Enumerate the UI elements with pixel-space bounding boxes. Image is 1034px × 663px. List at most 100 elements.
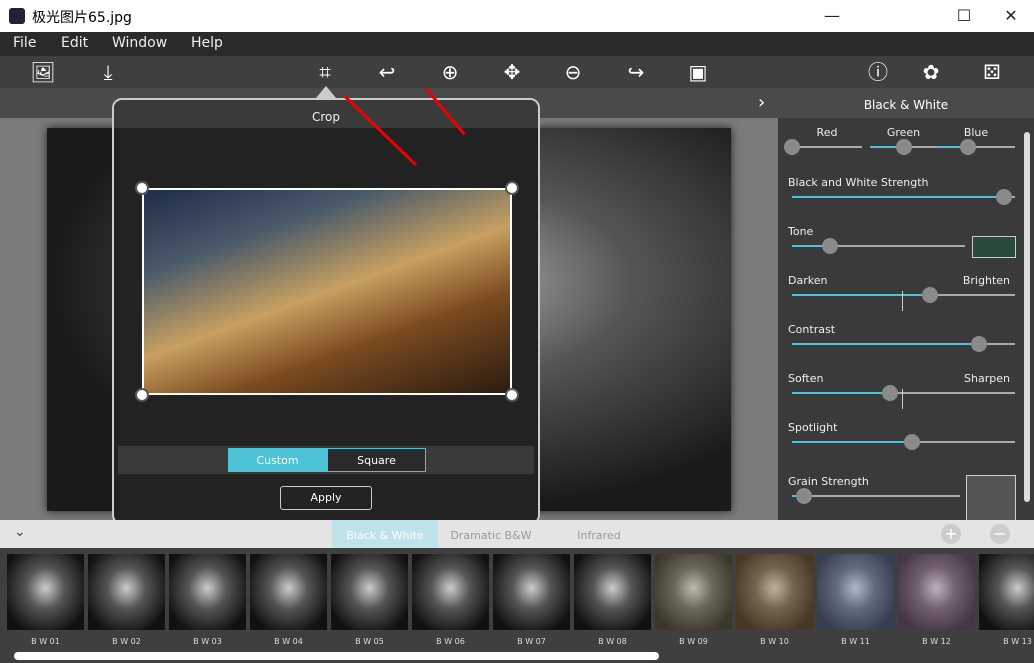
- crop-popup: Crop Custom Square Apply: [112, 98, 540, 525]
- slider-tone[interactable]: [792, 238, 965, 254]
- slider-knob[interactable]: [904, 434, 921, 450]
- info-icon[interactable]: ⓘ: [865, 59, 891, 85]
- slider-knob[interactable]: [922, 287, 939, 303]
- slider-knob[interactable]: [882, 385, 899, 401]
- preset-thumbnail[interactable]: [574, 554, 651, 630]
- crop-popup-pointer: [316, 86, 336, 98]
- random-dice-icon[interactable]: ⚄: [976, 59, 1008, 85]
- slider-label-right: Sharpen: [964, 372, 1010, 385]
- open-image-icon[interactable]: 🖼: [30, 59, 56, 85]
- slider-label: Tone: [788, 225, 814, 238]
- rotate-left-icon[interactable]: ↩: [374, 59, 400, 85]
- slider-spotlight[interactable]: [792, 434, 1015, 450]
- crop-icon[interactable]: ⌗: [312, 59, 338, 85]
- menu-help[interactable]: Help: [191, 35, 223, 51]
- preset-thumbnail[interactable]: [331, 554, 408, 630]
- preset-thumbnail[interactable]: [250, 554, 327, 630]
- slider-label: Grain Strength: [788, 475, 869, 488]
- add-preset-button[interactable]: +: [941, 524, 961, 544]
- fit-image-icon[interactable]: ▣: [685, 59, 711, 85]
- slider-knob[interactable]: [795, 488, 812, 504]
- window-title: 极光图片65.jpg: [32, 10, 132, 26]
- menu-window[interactable]: Window: [112, 35, 167, 51]
- preset-thumbnail[interactable]: [979, 554, 1034, 630]
- preset-label: B W 06: [436, 637, 465, 646]
- slider-knob[interactable]: [960, 139, 977, 155]
- slider-darken[interactable]: [792, 287, 1015, 303]
- apply-button[interactable]: Apply: [280, 486, 372, 510]
- crop-handle-top-left[interactable]: [135, 181, 149, 195]
- app-icon: [9, 8, 25, 24]
- preset-label: B W 02: [112, 637, 141, 646]
- preset-label: B W 10: [760, 637, 789, 646]
- move-icon[interactable]: ✥: [499, 59, 525, 85]
- slider-label: Darken: [788, 274, 828, 287]
- rotate-right-icon[interactable]: ↪: [623, 59, 649, 85]
- slider-fill: [792, 196, 1004, 198]
- preset-label: B W 12: [922, 637, 951, 646]
- slider-black-and-white-strength[interactable]: [792, 189, 1015, 205]
- slider-label: Soften: [788, 372, 824, 385]
- square-mode-button[interactable]: Square: [327, 448, 426, 472]
- slider-knob[interactable]: [822, 238, 839, 254]
- zoom-out-icon[interactable]: ⊖: [560, 59, 586, 85]
- slider-knob[interactable]: [971, 336, 988, 352]
- crop-preview-image[interactable]: [142, 188, 512, 395]
- preset-thumbnail[interactable]: [898, 554, 975, 630]
- title-bar: 极光图片65.jpg — ☐ ✕: [0, 0, 1034, 32]
- preset-label: B W 01: [31, 637, 60, 646]
- tab-black-white[interactable]: Black & White: [332, 520, 438, 548]
- slider-fill: [792, 343, 980, 345]
- preset-label: B W 11: [841, 637, 870, 646]
- slider-label: Contrast: [788, 323, 836, 336]
- expand-panel-icon[interactable]: ›: [758, 92, 765, 113]
- preset-label: B W 07: [517, 637, 546, 646]
- tone-color-swatch[interactable]: [972, 236, 1016, 258]
- slider-knob[interactable]: [995, 189, 1012, 205]
- center-marker: [902, 291, 903, 311]
- settings-icon[interactable]: ✿: [918, 59, 944, 85]
- menu-file[interactable]: File: [13, 35, 36, 51]
- preset-thumbnail[interactable]: [817, 554, 894, 630]
- slider-contrast[interactable]: [792, 336, 1015, 352]
- zoom-in-icon[interactable]: ⊕: [437, 59, 463, 85]
- panel-scrollbar[interactable]: [1024, 132, 1030, 502]
- slider-soften[interactable]: [792, 385, 1015, 401]
- menu-edit[interactable]: Edit: [61, 35, 88, 51]
- maximize-button[interactable]: ☐: [949, 4, 979, 28]
- channel-slider-blue[interactable]: [937, 139, 1015, 155]
- preset-thumbnail[interactable]: [493, 554, 570, 630]
- close-button[interactable]: ✕: [996, 4, 1026, 28]
- minimize-button[interactable]: —: [817, 4, 847, 28]
- slider-knob[interactable]: [895, 139, 912, 155]
- crop-handle-top-right[interactable]: [505, 181, 519, 195]
- crop-handle-bottom-right[interactable]: [505, 388, 519, 402]
- strip-scrollbar[interactable]: [14, 652, 659, 660]
- slider-fill: [792, 392, 891, 394]
- collapse-icon[interactable]: ⌄: [14, 524, 26, 540]
- preset-thumbnail[interactable]: [88, 554, 165, 630]
- preset-label: B W 03: [193, 637, 222, 646]
- preset-thumbnail[interactable]: [736, 554, 813, 630]
- crop-title: Crop: [114, 100, 538, 128]
- crop-handle-bottom-left[interactable]: [135, 388, 149, 402]
- channel-slider-red[interactable]: [784, 139, 862, 155]
- tab-infrared[interactable]: Infrared: [546, 520, 652, 548]
- toolbar: 🖼 ⤓ ⌗ ↩ ⊕ ✥ ⊖ ↪ ▣ ⓘ ✿ ⚄: [0, 56, 1034, 88]
- center-marker: [902, 389, 903, 409]
- menu-bar: File Edit Window Help: [0, 32, 1034, 56]
- custom-mode-button[interactable]: Custom: [228, 448, 327, 472]
- channel-slider-green[interactable]: [870, 139, 937, 155]
- tab-dramatic-bw[interactable]: Dramatic B&W: [438, 520, 544, 548]
- channel-label: Green: [886, 126, 921, 139]
- remove-preset-button[interactable]: −: [990, 524, 1010, 544]
- slider-knob[interactable]: [784, 139, 800, 155]
- preset-thumbnail[interactable]: [169, 554, 246, 630]
- preset-bar: ⌄ Black & White Dramatic B&W Infrared + …: [0, 520, 1034, 548]
- slider-grain-strength[interactable]: [792, 488, 960, 504]
- channel-label: Blue: [963, 126, 989, 139]
- preset-thumbnail[interactable]: [655, 554, 732, 630]
- preset-thumbnail[interactable]: [7, 554, 84, 630]
- save-icon[interactable]: ⤓: [95, 59, 121, 85]
- preset-thumbnail[interactable]: [412, 554, 489, 630]
